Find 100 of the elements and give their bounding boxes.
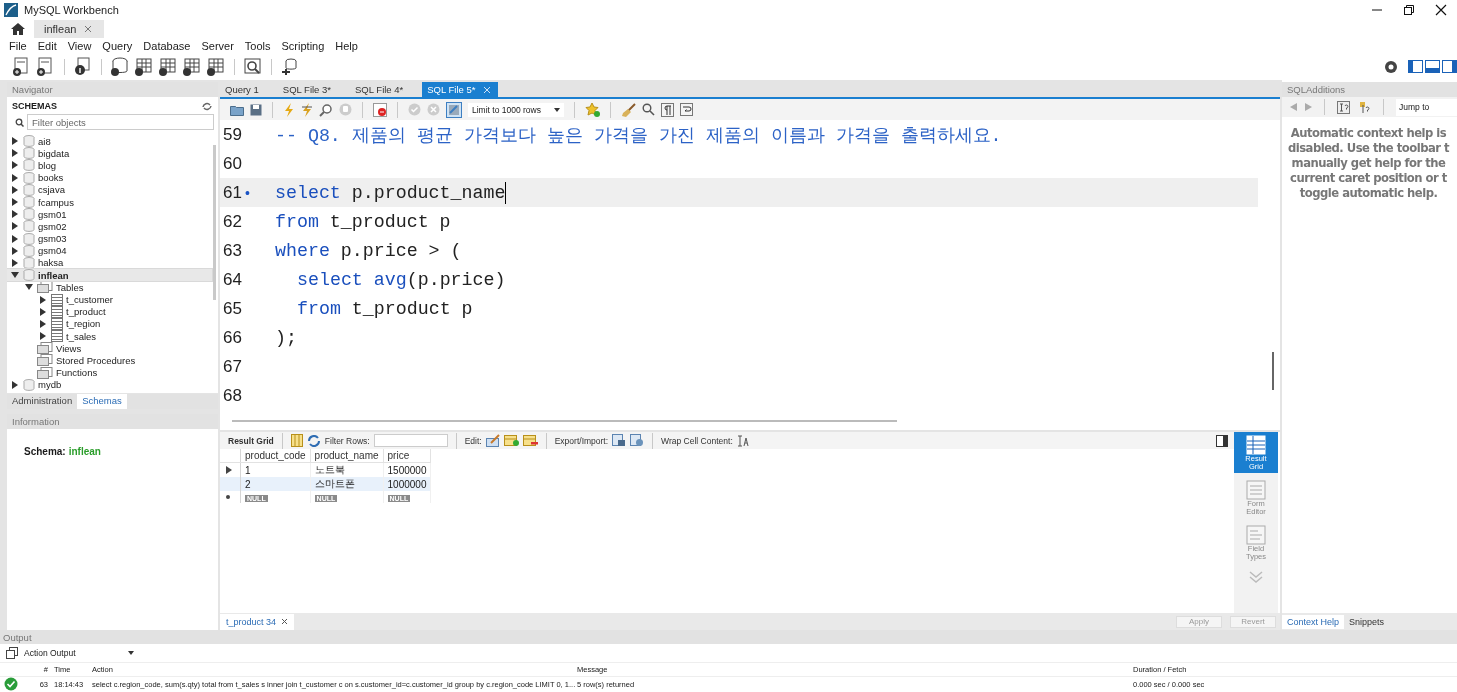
lightning-cursor-icon[interactable] xyxy=(301,102,313,117)
database-icon[interactable] xyxy=(110,57,130,76)
menu-item[interactable]: Edit xyxy=(37,39,57,52)
tree-item[interactable]: gsm04 xyxy=(7,244,212,257)
tree-item[interactable]: csjava xyxy=(7,183,212,196)
tree-item[interactable]: t_region xyxy=(7,317,212,330)
tree-item[interactable]: Tables xyxy=(7,281,212,294)
menu-item[interactable]: Database xyxy=(143,39,191,52)
delete-row-icon[interactable] xyxy=(522,434,538,447)
menu-item[interactable]: File xyxy=(9,39,27,52)
editor-tab[interactable]: SQL File 4* xyxy=(350,82,411,97)
collapse-arrow-icon[interactable] xyxy=(11,271,19,280)
filter-rows-field[interactable] xyxy=(373,434,448,447)
expand-arrow-icon[interactable] xyxy=(11,198,19,207)
info-icon[interactable] xyxy=(73,57,93,76)
expand-arrow-icon[interactable] xyxy=(11,185,19,194)
help-auto-icon[interactable] xyxy=(1358,100,1371,114)
export-icon[interactable] xyxy=(612,434,627,447)
copy-icon[interactable] xyxy=(6,647,18,659)
table-icon[interactable] xyxy=(182,57,202,76)
table-icon[interactable] xyxy=(134,57,154,76)
paragraph-icon[interactable] xyxy=(661,102,674,117)
grid-columns-icon[interactable] xyxy=(290,434,303,447)
tree-item[interactable]: Stored Procedures xyxy=(7,354,212,367)
save-icon[interactable] xyxy=(250,103,262,116)
panel-tab[interactable]: Snippets xyxy=(1344,614,1390,629)
refresh-icon[interactable] xyxy=(202,101,212,111)
edit-cell-icon[interactable] xyxy=(485,434,500,447)
expand-arrow-icon[interactable] xyxy=(39,319,47,328)
table-icon[interactable] xyxy=(158,57,178,76)
limit-dropdown[interactable]: Limit to 1000 rows xyxy=(468,102,564,117)
tree-item[interactable]: t_sales xyxy=(7,330,212,343)
column-header[interactable]: product_name xyxy=(310,449,384,463)
panel-toggle-icon[interactable] xyxy=(1216,434,1228,447)
expand-arrow-icon[interactable] xyxy=(39,307,47,316)
table-icon[interactable] xyxy=(206,57,226,76)
add-row-icon[interactable] xyxy=(503,434,519,447)
tree-item[interactable]: Functions xyxy=(7,366,212,379)
expand-arrow-icon[interactable] xyxy=(11,149,19,158)
editor-tab[interactable]: SQL File 3* xyxy=(277,82,339,97)
tree-item[interactable]: haksa xyxy=(7,256,212,270)
broom-icon[interactable] xyxy=(621,102,636,117)
output-type-dropdown[interactable]: Action Output xyxy=(24,648,136,658)
error-toggle-icon[interactable] xyxy=(373,102,387,117)
search-icon[interactable] xyxy=(642,103,655,116)
jump-to-dropdown[interactable]: Jump to xyxy=(1396,98,1457,116)
menu-item[interactable]: Server xyxy=(201,39,234,52)
menu-item[interactable]: Help xyxy=(335,39,358,52)
menu-item[interactable]: Tools xyxy=(244,39,271,52)
column-header[interactable]: product_code xyxy=(240,449,311,463)
menu-item[interactable]: Scripting xyxy=(281,39,325,52)
expand-arrow-icon[interactable] xyxy=(11,161,19,170)
result-tab[interactable]: t_product 34 xyxy=(220,613,295,630)
tree-item[interactable]: gsm03 xyxy=(7,232,212,245)
tree-item[interactable]: ai8 xyxy=(7,135,212,148)
collapse-arrow-icon[interactable] xyxy=(25,283,33,292)
menu-item[interactable]: Query xyxy=(102,39,133,52)
maximize-icon[interactable] xyxy=(1403,4,1415,16)
tree-item[interactable]: bigdata xyxy=(7,147,212,160)
tree-item[interactable]: Views xyxy=(7,342,212,355)
settings-icon[interactable] xyxy=(1384,59,1398,74)
wrap-icon[interactable] xyxy=(680,103,693,116)
expand-arrow-icon[interactable] xyxy=(11,380,19,389)
tree-item[interactable]: books xyxy=(7,171,212,184)
open-folder-icon[interactable] xyxy=(230,103,244,116)
tree-item[interactable]: gsm02 xyxy=(7,220,212,233)
star-add-icon[interactable] xyxy=(585,102,600,117)
layout-toggle-icon[interactable] xyxy=(1425,60,1440,73)
expand-arrow-icon[interactable] xyxy=(11,173,19,182)
expand-arrow-icon[interactable] xyxy=(11,222,19,231)
editor-tab[interactable]: SQL File 5* xyxy=(422,82,498,97)
layout-toggle-icon[interactable] xyxy=(1408,60,1423,73)
panel-tab[interactable]: Context Help xyxy=(1282,614,1345,629)
expand-arrow-icon[interactable] xyxy=(11,137,19,146)
tree-item[interactable]: gsm01 xyxy=(7,208,212,221)
panel-tab[interactable]: Administration xyxy=(7,394,78,409)
connection-tab[interactable]: inflean xyxy=(34,20,105,38)
scrollbar-thumb[interactable] xyxy=(213,145,216,300)
column-header[interactable]: price xyxy=(383,449,431,463)
selected-row[interactable]: 2 스마트폰 1000000 xyxy=(220,477,431,491)
editor-tab[interactable]: Query 1 xyxy=(220,82,266,97)
expand-arrow-icon[interactable] xyxy=(11,246,19,255)
tree-item[interactable]: fcampus xyxy=(7,195,212,209)
menu-item[interactable]: View xyxy=(67,39,92,52)
home-icon[interactable] xyxy=(10,22,26,36)
expand-arrow-icon[interactable] xyxy=(39,332,47,341)
close-icon[interactable] xyxy=(1435,4,1447,16)
scrollbar-thumb[interactable] xyxy=(232,420,897,422)
tree-item[interactable]: mydb xyxy=(7,378,212,391)
scrollbar-thumb[interactable] xyxy=(1272,352,1274,390)
tree-item[interactable]: blog xyxy=(7,159,212,172)
wrap-text-icon[interactable] xyxy=(736,434,749,447)
tree-item[interactable]: t_customer xyxy=(7,293,212,306)
help-toggle-icon[interactable] xyxy=(1337,100,1350,114)
close-icon[interactable] xyxy=(281,618,289,625)
tree-item[interactable]: t_product xyxy=(7,305,212,318)
layout-toggle-icon[interactable] xyxy=(1442,60,1457,73)
panel-tab[interactable]: Schemas xyxy=(77,394,127,409)
tree-item[interactable]: inflean xyxy=(7,269,212,282)
expand-arrow-icon[interactable] xyxy=(11,258,19,267)
